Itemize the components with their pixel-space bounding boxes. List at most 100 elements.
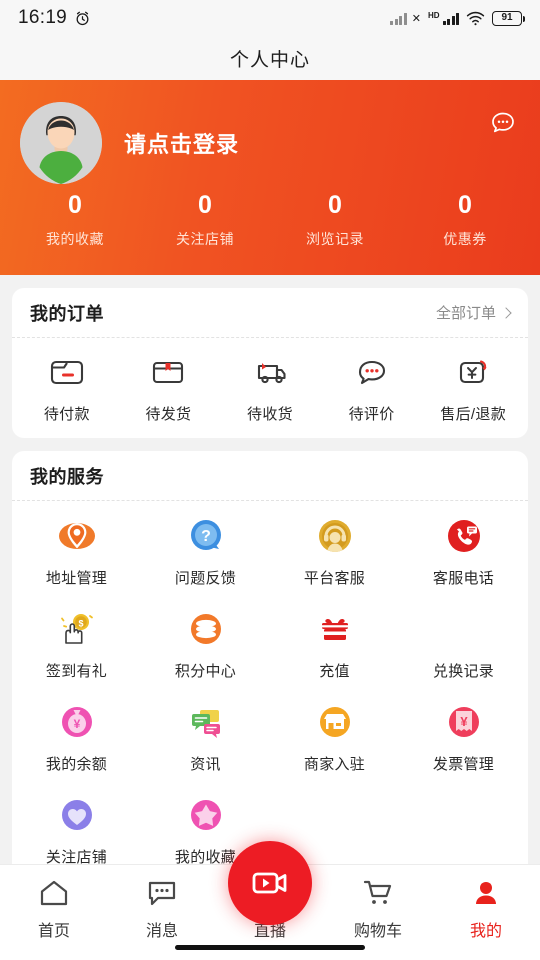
service-item-recharge[interactable]: 充值 (270, 608, 399, 681)
tab-messages[interactable]: 消息 (108, 877, 216, 941)
orders-card: 我的订单 全部订单 待付款 待发货 待收货 待评价 售后/退款 (12, 288, 528, 438)
coins-stack-icon (185, 608, 227, 650)
avatar[interactable] (20, 102, 102, 184)
tab-label: 首页 (37, 923, 70, 940)
delivery-truck-icon (257, 363, 286, 384)
order-status-unpaid[interactable]: 待付款 (16, 354, 118, 424)
tab-profile[interactable]: 我的 (432, 877, 540, 941)
service-item-news[interactable]: 资讯 (141, 701, 270, 774)
all-orders-link[interactable]: 全部订单 (435, 302, 512, 323)
missing-image-icon (443, 608, 485, 650)
stat-value: 0 (198, 191, 212, 219)
tab-cart[interactable]: 购物车 (324, 877, 432, 941)
service-item-points[interactable]: 积分中心 (141, 608, 270, 681)
home-indicator (175, 945, 365, 950)
service-item-checkin[interactable]: $ 签到有礼 (12, 608, 141, 681)
headset-support-icon (314, 515, 356, 557)
svg-text:¥: ¥ (460, 714, 468, 729)
chevron-right-icon (500, 306, 512, 319)
service-label: 积分中心 (174, 663, 237, 680)
service-item-address[interactable]: 地址管理 (12, 515, 141, 588)
status-bar-left: 16:19 (18, 7, 91, 29)
stat-item-followed-shops[interactable]: 0 关注店铺 (140, 191, 270, 249)
wifi-icon (466, 11, 485, 25)
signal-bars-secondary-icon (390, 12, 407, 25)
service-label: 我的余额 (45, 756, 108, 773)
shop-store-icon (314, 701, 356, 743)
stat-label: 关注店铺 (176, 230, 234, 247)
service-item-feedback[interactable]: ? 问题反馈 (141, 515, 270, 588)
services-card-header: 我的服务 (12, 451, 528, 501)
service-label: 地址管理 (45, 570, 108, 587)
service-item-exchange-records[interactable]: 兑换记录 (399, 608, 528, 681)
status-bar: 16:19 ✕ HD 91 (0, 0, 540, 36)
order-status-review[interactable]: 待评价 (321, 354, 423, 424)
navigation-bar: 个人中心 (0, 36, 540, 80)
battery-icon: 91 (492, 10, 525, 26)
stat-label: 优惠券 (443, 230, 487, 247)
order-status-label: 售后/退款 (440, 406, 506, 423)
profile-header: 请点击登录 0 我的收藏 0 关注店铺 0 浏览记录 0 优惠券 (0, 80, 540, 275)
service-item-balance[interactable]: ¥ 我的余额 (12, 701, 141, 774)
hand-coin-icon: $ (56, 608, 98, 650)
order-status-label: 待评价 (348, 406, 395, 423)
service-label: 问题反馈 (174, 570, 237, 587)
service-label: 签到有礼 (45, 663, 108, 680)
service-item-invoice[interactable]: ¥ 发票管理 (399, 701, 528, 774)
chat-bubble-icon[interactable] (488, 108, 518, 138)
phone-call-icon (443, 515, 485, 557)
stat-item-browse-history[interactable]: 0 浏览记录 (270, 191, 400, 249)
order-status-shipping[interactable]: 待收货 (219, 354, 321, 424)
status-bar-right: ✕ HD 91 (390, 10, 525, 26)
star-icon (185, 794, 227, 836)
stat-value: 0 (328, 191, 342, 219)
svg-text:$: $ (78, 619, 83, 629)
order-status-refund[interactable]: 售后/退款 (422, 354, 524, 424)
login-prompt[interactable]: 请点击登录 (124, 127, 239, 159)
stat-item-coupons[interactable]: 0 优惠券 (400, 191, 530, 249)
tab-live[interactable]: 直播 (216, 841, 324, 941)
hd-label: HD (427, 10, 440, 20)
stat-item-favorites[interactable]: 0 我的收藏 (10, 191, 140, 249)
service-label: 商家入驻 (303, 756, 366, 773)
all-orders-label: 全部订单 (435, 305, 496, 322)
order-status-unshipped[interactable]: 待发货 (118, 354, 220, 424)
page-title: 个人中心 (229, 49, 310, 71)
orders-title: 我的订单 (30, 303, 104, 324)
services-card: 我的服务 地址管理 ? 问题反馈 平台客服 客服电话 $ 签到有礼 积分中心 充… (12, 451, 528, 903)
stat-label: 浏览记录 (306, 230, 364, 247)
comment-bubble-icon (358, 360, 385, 385)
service-item-merchant-join[interactable]: 商家入驻 (270, 701, 399, 774)
stat-label: 我的收藏 (46, 230, 104, 247)
news-chat-icon (185, 701, 227, 743)
order-status-label: 待收货 (247, 406, 293, 423)
wallet-icon (50, 360, 83, 385)
no-sim-x-icon: ✕ (411, 12, 421, 25)
service-label: 客服电话 (432, 570, 495, 587)
svg-text:?: ? (201, 528, 211, 545)
live-video-icon[interactable] (228, 841, 312, 925)
cart-icon (362, 877, 394, 909)
invoice-icon: ¥ (443, 701, 485, 743)
svg-text:¥: ¥ (73, 717, 80, 731)
order-status-label: 待发货 (145, 406, 192, 423)
service-item-followed-shops[interactable]: 关注店铺 (12, 794, 141, 867)
money-bag-icon: ¥ (56, 701, 98, 743)
service-item-platform-support[interactable]: 平台客服 (270, 515, 399, 588)
gift-box-icon (314, 608, 356, 650)
tab-home[interactable]: 首页 (0, 877, 108, 941)
bottom-tab-bar: 首页 消息 直播 购物车 我的 (0, 841, 540, 960)
alarm-clock-icon (76, 11, 89, 25)
service-label: 充值 (319, 663, 350, 680)
package-box-icon (153, 361, 184, 384)
service-label: 平台客服 (303, 570, 366, 587)
question-mark-icon: ? (185, 515, 227, 557)
service-label: 兑换记录 (432, 663, 495, 680)
profile-stats: 0 我的收藏 0 关注店铺 0 浏览记录 0 优惠券 (0, 191, 540, 249)
service-item-support-phone[interactable]: 客服电话 (399, 515, 528, 588)
services-title: 我的服务 (30, 466, 104, 487)
stat-value: 0 (458, 191, 472, 219)
home-icon (38, 877, 70, 909)
heart-icon (56, 794, 98, 836)
service-label: 发票管理 (432, 756, 495, 773)
